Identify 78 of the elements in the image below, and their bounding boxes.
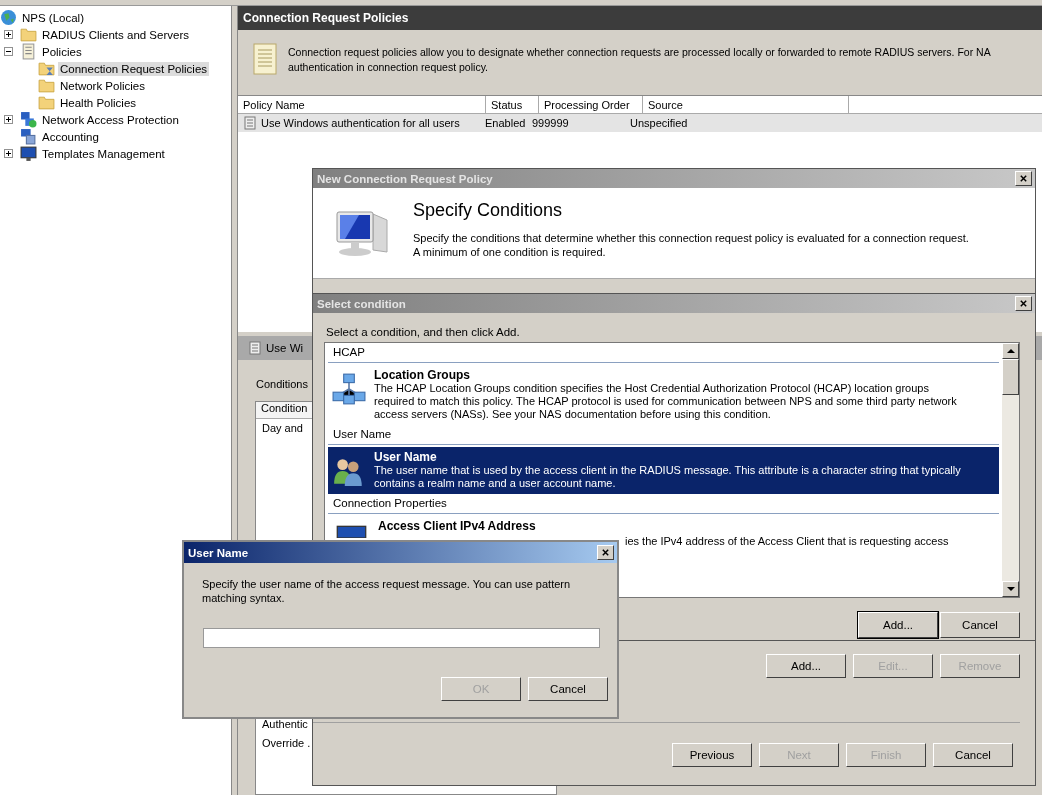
group-header: Connection Properties bbox=[328, 494, 999, 514]
close-button[interactable] bbox=[1015, 296, 1032, 311]
list-row-text: Override . bbox=[262, 737, 311, 751]
folder-hourglass-icon bbox=[38, 60, 55, 77]
wizard-description: Specify the conditions that determine whether this connection request policy is evaluated for a connection request. bbox=[413, 231, 969, 245]
list-row-text: Day and bbox=[262, 422, 303, 436]
table-cell: Unspecified bbox=[630, 117, 688, 129]
group-header: User Name bbox=[328, 425, 999, 445]
condition-description: The HCAP Location Groups condition specifies the Host Credential Authorization Protocol (HCAP) location groups required to match this policy. The HCAP protocol is used for communication between NPS and some third party network access servers (NASs). See your NAS documentation before using this condition. bbox=[374, 382, 958, 421]
panel-title: Connection Request Policies bbox=[238, 6, 1042, 32]
tree-item[interactable]: RADIUS Clients and Servers bbox=[40, 27, 191, 42]
dialog-prompt: Specify the user name of the access request message. You can use pattern matching syntax. bbox=[202, 577, 572, 605]
folder-icon bbox=[38, 77, 55, 94]
condition-title: Access Client IPv4 Address bbox=[378, 519, 537, 533]
close-icon bbox=[1019, 299, 1028, 308]
close-icon bbox=[1019, 174, 1028, 183]
user-name-input[interactable] bbox=[203, 628, 600, 648]
window-title: New Connection Request Policy bbox=[317, 172, 493, 185]
tree-item[interactable]: Network Access Protection bbox=[40, 112, 181, 127]
list-row-text: Authentic bbox=[262, 718, 308, 732]
tree-item[interactable]: Policies bbox=[40, 44, 84, 59]
condition-title: Location Groups bbox=[374, 368, 471, 382]
wizard-heading: Specify Conditions bbox=[413, 200, 564, 221]
column-header[interactable]: Policy Name bbox=[238, 96, 486, 113]
close-button[interactable] bbox=[1015, 171, 1032, 186]
expander-toggle[interactable] bbox=[4, 30, 13, 39]
wizard-button[interactable]: Cancel bbox=[933, 743, 1013, 767]
wizard-description: A minimum of one condition is required. bbox=[413, 245, 607, 259]
close-icon bbox=[601, 548, 610, 557]
network-icon bbox=[20, 111, 37, 128]
column-header[interactable]: Source bbox=[643, 96, 849, 113]
table-cell: Enabled bbox=[485, 117, 526, 129]
network-nodes-icon bbox=[332, 372, 366, 406]
scroll-down-button[interactable] bbox=[1002, 581, 1019, 597]
tree-item[interactable]: NPS (Local) bbox=[20, 10, 86, 25]
condition-description: The user name that is used by the access client in the RADIUS message. This attribute is a character string that typically contains a realm name and a user account name. bbox=[374, 464, 962, 490]
scrollbar-thumb[interactable] bbox=[1002, 359, 1019, 395]
close-button[interactable] bbox=[597, 545, 614, 560]
computer-icon bbox=[20, 128, 37, 145]
tree-item[interactable]: Network Policies bbox=[58, 78, 147, 93]
dialog-button[interactable]: Cancel bbox=[940, 612, 1020, 638]
scroll-icon bbox=[248, 341, 262, 355]
table-row[interactable]: Use Windows authentication for all users Enabled 999999 Unspecified bbox=[238, 114, 1042, 132]
window-title: User Name bbox=[188, 546, 249, 559]
expander-toggle[interactable] bbox=[4, 115, 13, 124]
wizard-button[interactable]: Previous bbox=[672, 743, 752, 767]
conditions-tab[interactable]: Conditions bbox=[256, 378, 316, 396]
column-header[interactable]: Status bbox=[486, 96, 539, 113]
table-cell: Use Windows authentication for all users bbox=[261, 117, 460, 129]
tree-item[interactable]: Health Policies bbox=[58, 95, 139, 110]
description-text: Connection request policies allow you to designate whether connection requests are processed locally or forwarded to remote RADIUS servers. For NA bbox=[288, 45, 991, 60]
folder-icon bbox=[20, 26, 37, 43]
scroll-icon bbox=[250, 42, 280, 76]
column-header[interactable]: Processing Order bbox=[539, 96, 643, 113]
tree-item[interactable]: Templates Management bbox=[40, 146, 167, 161]
details-title: Use Wi bbox=[266, 342, 304, 354]
condition-description: ies the IPv4 address of the Access Client that is requesting access bbox=[624, 534, 949, 548]
tree-item[interactable]: Connection Request Policies bbox=[58, 61, 210, 76]
globe-icon bbox=[0, 9, 17, 26]
condition-title: User Name bbox=[374, 450, 438, 464]
group-header: HCAP bbox=[328, 343, 999, 363]
scroll-icon bbox=[20, 43, 37, 60]
dialog-button[interactable]: Add... bbox=[858, 612, 938, 638]
expander-toggle[interactable] bbox=[4, 149, 13, 158]
expander-toggle[interactable] bbox=[4, 47, 13, 56]
wizard-button[interactable]: Add... bbox=[766, 654, 846, 678]
scroll-icon bbox=[243, 116, 257, 130]
window-title: Select condition bbox=[317, 297, 406, 310]
description-text: authentication in connection request policy. bbox=[288, 60, 490, 75]
table-cell: 999999 bbox=[532, 117, 569, 129]
folder-icon bbox=[38, 94, 55, 111]
dialog-prompt: Select a condition, and then click Add. bbox=[326, 326, 521, 338]
condition-item[interactable]: Access Client IPv4 Address ies the IPv4 address of the Access Client that is requesting access bbox=[328, 516, 999, 552]
dialog-button[interactable]: Cancel bbox=[528, 677, 608, 701]
vertical-scrollbar[interactable] bbox=[1002, 343, 1019, 597]
scroll-up-button[interactable] bbox=[1002, 343, 1019, 359]
condition-item[interactable]: User Name The user name that is used by the access client in the RADIUS message. This attribute is a character string that typically contains a realm name and a user account name. bbox=[328, 447, 999, 494]
tree-item[interactable]: Accounting bbox=[40, 129, 101, 144]
